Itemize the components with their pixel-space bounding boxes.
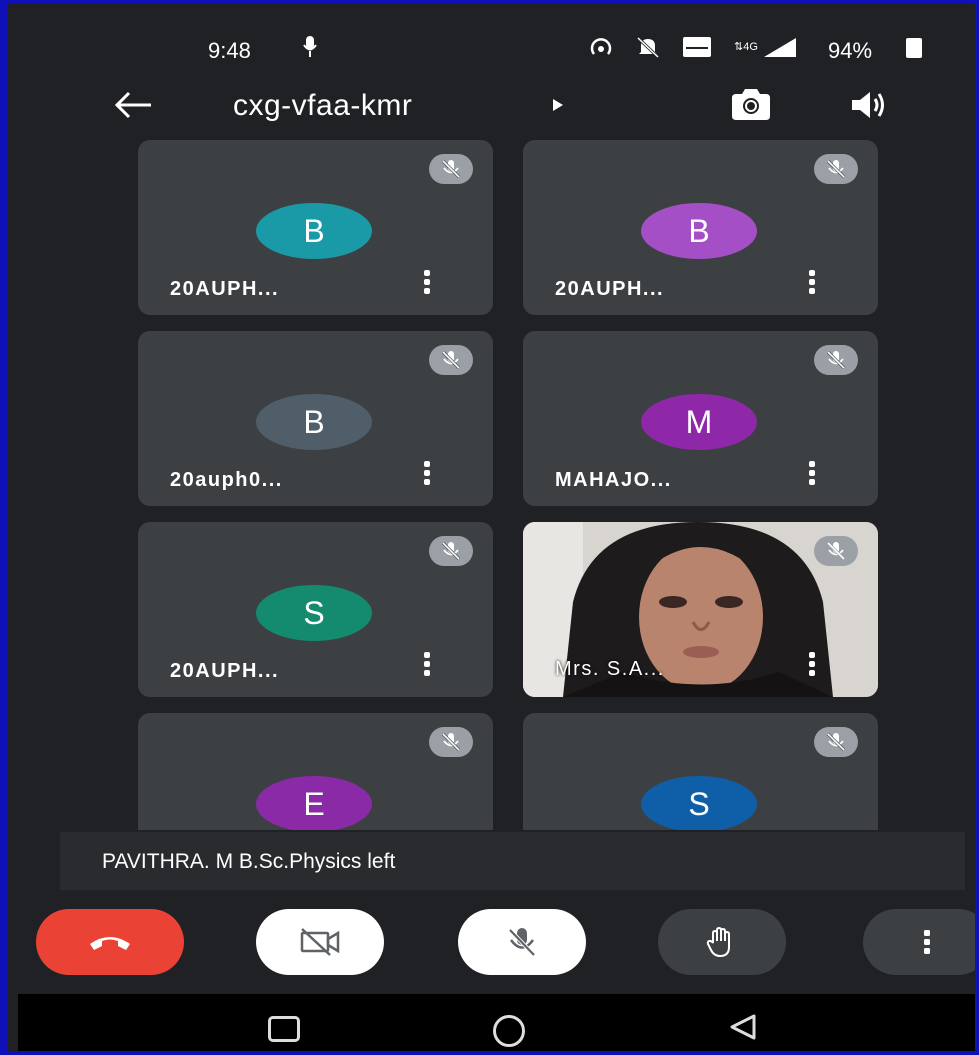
home-icon[interactable] (493, 1015, 525, 1047)
hand-icon (706, 926, 730, 958)
more-options-icon[interactable] (422, 461, 432, 491)
more-options-icon[interactable] (807, 270, 817, 300)
participant-name: MAHAJO... (555, 469, 672, 491)
participant-left-notification: PAVITHRA. M B.Sc.Physics left (60, 832, 965, 890)
participant-tile[interactable]: B 20AUPH... (138, 140, 493, 315)
muted-badge (814, 727, 858, 757)
participant-tile[interactable]: B 20auph0... (138, 331, 493, 506)
muted-badge (429, 345, 473, 375)
raise-hand-button[interactable] (658, 909, 786, 975)
mic-off-icon (441, 159, 461, 179)
muted-badge (814, 345, 858, 375)
muted-badge (814, 154, 858, 184)
participant-tile[interactable]: E (138, 713, 493, 830)
battery-icon (906, 38, 922, 58)
participant-tile[interactable]: M MAHAJO... (523, 331, 878, 506)
participant-video-tile[interactable]: Mrs. S.A... (523, 522, 878, 697)
mic-off-icon (826, 732, 846, 752)
avatar: E (256, 776, 372, 830)
meeting-top-bar: cxg-vfaa-kmr (18, 74, 975, 134)
muted-badge (429, 154, 473, 184)
back-arrow-icon[interactable] (113, 90, 153, 120)
switch-camera-icon[interactable] (728, 84, 774, 124)
participant-name: 20AUPH... (555, 278, 665, 300)
camera-off-icon (300, 928, 340, 956)
participant-tile[interactable]: B 20AUPH... (523, 140, 878, 315)
mic-off-icon (826, 159, 846, 179)
signal-4g-icon: ⇅4G (734, 38, 796, 57)
status-bar: 9:48 ⇅4G 94% (18, 4, 975, 64)
avatar: S (641, 776, 757, 830)
screenshot-frame: 9:48 ⇅4G 94% cxg-vfaa-kmr B 20AUPH... B … (0, 0, 979, 1055)
mic-off-icon (826, 541, 846, 561)
avatar: B (641, 203, 757, 259)
recent-apps-icon[interactable] (268, 1016, 300, 1042)
mic-off-icon (441, 541, 461, 561)
participant-name: 20AUPH... (170, 660, 280, 682)
avatar: M (641, 394, 757, 450)
avatar: B (256, 394, 372, 450)
more-options-icon[interactable] (422, 270, 432, 300)
phone-hangup-icon (90, 937, 130, 950)
notification-text: PAVITHRA. M B.Sc.Physics left (102, 850, 396, 873)
muted-badge (429, 727, 473, 757)
participant-tile[interactable]: S 20AUPH... (138, 522, 493, 697)
mic-off-icon (441, 350, 461, 370)
more-options-icon[interactable] (807, 461, 817, 491)
hotspot-icon (590, 38, 612, 55)
speaker-icon[interactable] (848, 88, 888, 122)
avatar: B (256, 203, 372, 259)
battery-percentage: 94% (828, 38, 873, 63)
more-options-button[interactable] (863, 909, 975, 975)
back-triangle-icon[interactable] (728, 1012, 758, 1042)
participant-tile[interactable]: S (523, 713, 878, 830)
mic-off-icon (508, 928, 536, 957)
end-call-button[interactable] (36, 909, 184, 975)
camera-toggle-button[interactable] (256, 909, 384, 975)
meeting-code[interactable]: cxg-vfaa-kmr (233, 89, 412, 123)
system-navigation-bar (18, 994, 975, 1051)
volte-icon (683, 37, 711, 57)
call-controls (18, 909, 975, 979)
participant-grid: B 20AUPH... B 20AUPH... B 20auph0... M M… (138, 140, 880, 830)
microphone-status-icon (303, 36, 317, 57)
meet-app: 9:48 ⇅4G 94% cxg-vfaa-kmr B 20AUPH... B … (18, 4, 975, 1051)
mic-off-icon (441, 732, 461, 752)
participant-name: Mrs. S.A... (555, 658, 665, 680)
mic-off-icon (826, 350, 846, 370)
microphone-toggle-button[interactable] (458, 909, 586, 975)
status-icons: ⇅4G (588, 36, 798, 58)
muted-badge (814, 536, 858, 566)
more-vert-icon (924, 930, 930, 954)
muted-badge (429, 536, 473, 566)
svg-text:⇅4G: ⇅4G (734, 41, 758, 53)
notifications-off-icon (636, 36, 660, 58)
avatar: S (256, 585, 372, 641)
participant-name: 20auph0... (170, 469, 283, 491)
more-options-icon[interactable] (807, 652, 817, 682)
participant-name: 20AUPH... (170, 278, 280, 300)
more-options-icon[interactable] (422, 652, 432, 682)
meeting-details-arrow-icon[interactable] (553, 99, 563, 111)
status-time: 9:48 (208, 38, 251, 63)
